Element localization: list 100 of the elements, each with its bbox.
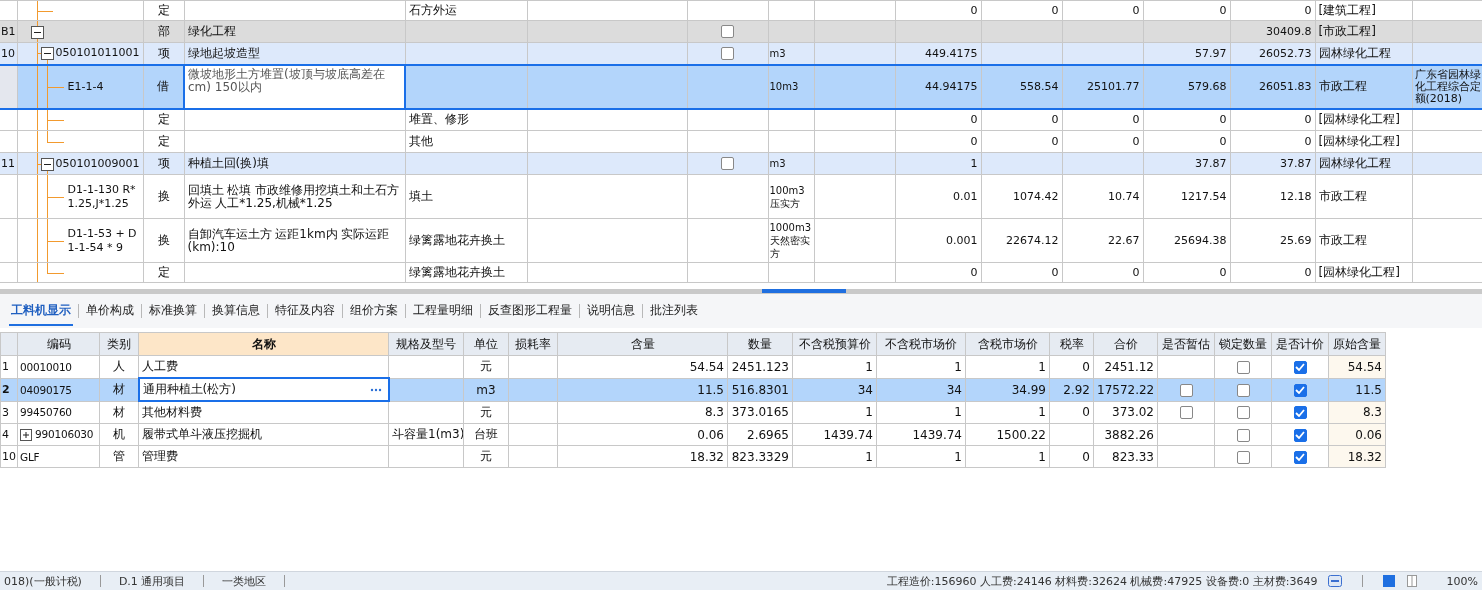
table-cell: 1 <box>865 405 873 420</box>
column-header[interactable]: 不含税预算价 <box>792 332 877 356</box>
collapse-icon[interactable] <box>30 25 44 39</box>
column-header[interactable]: 不含税市场价 <box>876 332 966 356</box>
table-cell: 1439.74 <box>912 427 962 442</box>
zoom-level[interactable]: 100% <box>1442 574 1482 588</box>
row-number: 3 <box>2 405 9 419</box>
tab[interactable]: 标准换算 <box>147 296 199 326</box>
splitter-handle[interactable] <box>762 289 846 293</box>
table-cell: 823.33 <box>1112 449 1154 464</box>
column-header[interactable]: 是否暂估 <box>1157 332 1215 356</box>
checkbox[interactable] <box>1179 406 1193 420</box>
checkbox[interactable] <box>1293 450 1307 464</box>
item-unit: 100m3压实方 <box>769 184 805 209</box>
resource-category: 人 <box>113 359 125 374</box>
resource-code: 99450760 <box>20 406 72 419</box>
column-header[interactable]: 名称 <box>138 332 389 356</box>
status-item: D.1 通用项目 <box>117 573 187 589</box>
table-cell: 0 <box>1051 4 1059 17</box>
specialty-cell: 市政工程 <box>1318 79 1367 93</box>
checkbox[interactable] <box>1236 360 1250 374</box>
checkbox[interactable] <box>721 157 734 170</box>
checkbox[interactable] <box>1293 428 1307 442</box>
column-header[interactable]: 编码 <box>17 332 100 356</box>
item-type: 部 <box>157 24 170 38</box>
column-header[interactable]: 原始含量 <box>1328 332 1386 356</box>
column-header[interactable]: 损耗率 <box>508 332 558 356</box>
item-type: 定 <box>157 134 170 148</box>
row-number: 2 <box>2 383 10 396</box>
table-cell: 0 <box>1082 359 1090 374</box>
checkbox[interactable] <box>721 25 734 38</box>
specialty-cell: [园林绿化工程] <box>1318 112 1400 127</box>
table-cell: 37.87 <box>1280 157 1312 170</box>
item-type: 项 <box>157 156 170 170</box>
table-cell: 1 <box>865 449 873 464</box>
row-number: 4 <box>2 428 9 441</box>
table-cell: 44.94175 <box>925 80 978 93</box>
checkbox[interactable] <box>1236 383 1250 397</box>
table-cell: 0.06 <box>697 427 724 442</box>
checkbox[interactable] <box>1293 383 1307 397</box>
tab[interactable]: 工程量明细 <box>411 296 475 326</box>
expand-icon[interactable] <box>20 429 32 441</box>
column-header[interactable]: 税率 <box>1049 332 1094 356</box>
checkbox[interactable] <box>1293 406 1307 420</box>
tab[interactable]: 批注列表 <box>648 296 700 326</box>
column-header[interactable]: 规格及型号 <box>388 332 464 356</box>
specialty-cell: 市政工程 <box>1318 233 1367 247</box>
item-feature: 其他 <box>408 134 433 148</box>
table-cell: 26052.73 <box>1259 46 1312 60</box>
checkbox[interactable] <box>721 46 734 60</box>
checkbox[interactable] <box>1236 428 1250 442</box>
table-cell: 2451.123 <box>731 359 789 374</box>
table-cell: 0 <box>1304 135 1312 148</box>
resource-category: 材 <box>112 382 125 396</box>
resource-name: 管理费 <box>142 449 178 463</box>
table-cell: 2451.12 <box>1104 359 1154 374</box>
specialty-cell: 园林绿化工程 <box>1318 45 1391 60</box>
list-icon[interactable] <box>1327 575 1342 587</box>
specialty-cell: [建筑工程] <box>1318 3 1376 17</box>
checkbox[interactable] <box>1236 406 1250 420</box>
table-cell: 0 <box>970 113 978 127</box>
table-cell: 1 <box>970 157 978 170</box>
table-cell: 17572.22 <box>1097 382 1155 397</box>
tab[interactable]: 说明信息 <box>585 296 637 326</box>
tab[interactable]: 反查图形工程量 <box>486 296 574 326</box>
column-header[interactable]: 是否计价 <box>1271 332 1329 356</box>
split-icon[interactable] <box>1406 575 1417 587</box>
column-header[interactable]: 合价 <box>1093 332 1158 356</box>
collapse-icon[interactable] <box>40 157 54 171</box>
table-cell: 22674.12 <box>1006 234 1059 247</box>
item-name: 回填土 松填 市政维修用挖填土和土石方外运 人工*1.25,机械*1.25 <box>187 183 401 210</box>
resource-name: 履带式单斗液压挖掘机 <box>142 427 262 441</box>
column-header[interactable]: 数量 <box>727 332 793 356</box>
more-icon[interactable] <box>369 388 382 392</box>
tab[interactable]: 换算信息 <box>210 296 262 326</box>
checkbox[interactable] <box>1293 360 1307 374</box>
table-cell: 2.92 <box>1063 382 1090 397</box>
tab[interactable]: 单价构成 <box>84 296 136 326</box>
checkbox[interactable] <box>1179 383 1193 397</box>
column-header[interactable]: 含量 <box>557 332 728 356</box>
tab[interactable]: 工料机显示 <box>9 296 73 326</box>
column-header[interactable]: 锁定数量 <box>1214 332 1272 356</box>
tab[interactable]: 组价方案 <box>348 296 400 326</box>
table-cell: 25.69 <box>1280 234 1312 247</box>
tab[interactable]: 特征及内容 <box>273 296 337 326</box>
layout-icon[interactable] <box>1382 575 1395 587</box>
table-cell: 54.54 <box>689 359 724 374</box>
row-number: 1 <box>2 360 9 374</box>
table-cell: 0 <box>1051 135 1059 148</box>
column-header[interactable]: 类别 <box>99 332 139 356</box>
checkbox[interactable] <box>1236 450 1250 464</box>
resource-name: 人工费 <box>142 359 178 373</box>
item-unit: m3 <box>769 47 786 59</box>
resource-name: 其他材料费 <box>142 405 202 419</box>
collapse-icon[interactable] <box>40 47 54 61</box>
column-header[interactable]: 含税市场价 <box>965 332 1050 356</box>
table-cell: 0 <box>1132 266 1140 279</box>
column-header[interactable]: 单位 <box>463 332 509 356</box>
table-cell: 18.32 <box>1347 449 1382 464</box>
resource-code: 00010010 <box>20 360 72 373</box>
